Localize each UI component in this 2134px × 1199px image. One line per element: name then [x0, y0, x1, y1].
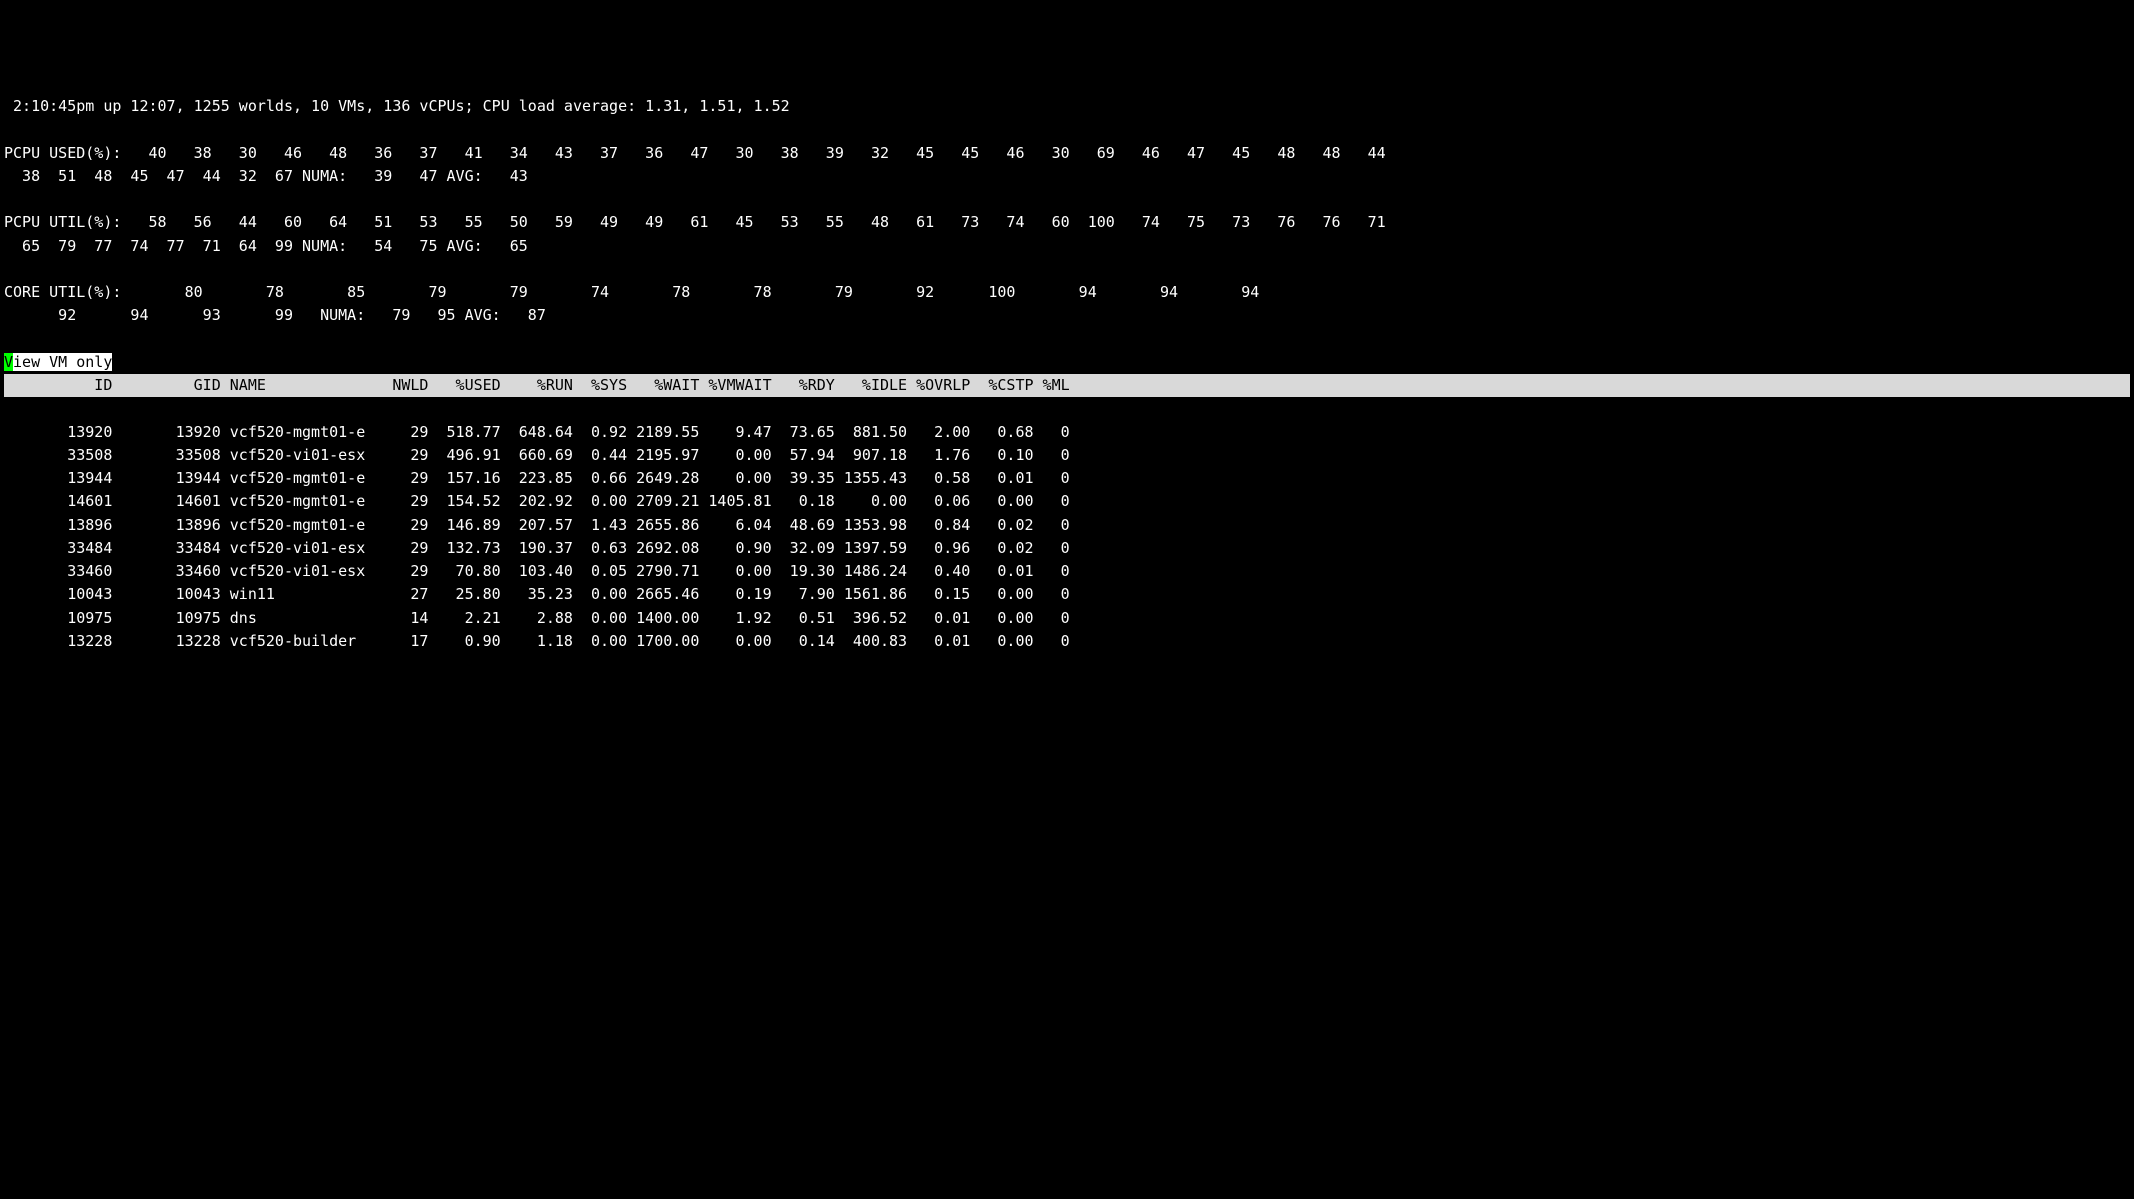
- mode-indicator: View VM only: [4, 351, 112, 374]
- table-row[interactable]: 33508 33508 vcf520-vi01-esx 29 496.91 66…: [4, 444, 2130, 467]
- pcpu-util-line: PCPU UTIL(%): 58 56 44 60 64 51 53 55 50…: [4, 211, 2130, 258]
- table-row[interactable]: 13944 13944 vcf520-mgmt01-e 29 157.16 22…: [4, 467, 2130, 490]
- table-row[interactable]: 13228 13228 vcf520-builder 17 0.90 1.18 …: [4, 630, 2130, 653]
- core-util-line: CORE UTIL(%): 80 78 85 79 79 74 78 78 79…: [4, 281, 2130, 328]
- table-header: ID GID NAME NWLD %USED %RUN %SYS %WAIT %…: [4, 374, 2130, 397]
- table-body: 13920 13920 vcf520-mgmt01-e 29 518.77 64…: [4, 421, 2130, 654]
- table-row[interactable]: 14601 14601 vcf520-mgmt01-e 29 154.52 20…: [4, 490, 2130, 513]
- summary-line: 2:10:45pm up 12:07, 1255 worlds, 10 VMs,…: [4, 95, 2130, 118]
- mode-rest: iew VM only: [13, 353, 112, 371]
- table-row[interactable]: 33460 33460 vcf520-vi01-esx 29 70.80 103…: [4, 560, 2130, 583]
- mode-first-char: V: [4, 353, 13, 371]
- table-row[interactable]: 10043 10043 win11 27 25.80 35.23 0.00 26…: [4, 583, 2130, 606]
- table-row[interactable]: 13920 13920 vcf520-mgmt01-e 29 518.77 64…: [4, 421, 2130, 444]
- table-row[interactable]: 13896 13896 vcf520-mgmt01-e 29 146.89 20…: [4, 514, 2130, 537]
- pcpu-used-line: PCPU USED(%): 40 38 30 46 48 36 37 41 34…: [4, 142, 2130, 189]
- table-row[interactable]: 10975 10975 dns 14 2.21 2.88 0.00 1400.0…: [4, 607, 2130, 630]
- table-row[interactable]: 33484 33484 vcf520-vi01-esx 29 132.73 19…: [4, 537, 2130, 560]
